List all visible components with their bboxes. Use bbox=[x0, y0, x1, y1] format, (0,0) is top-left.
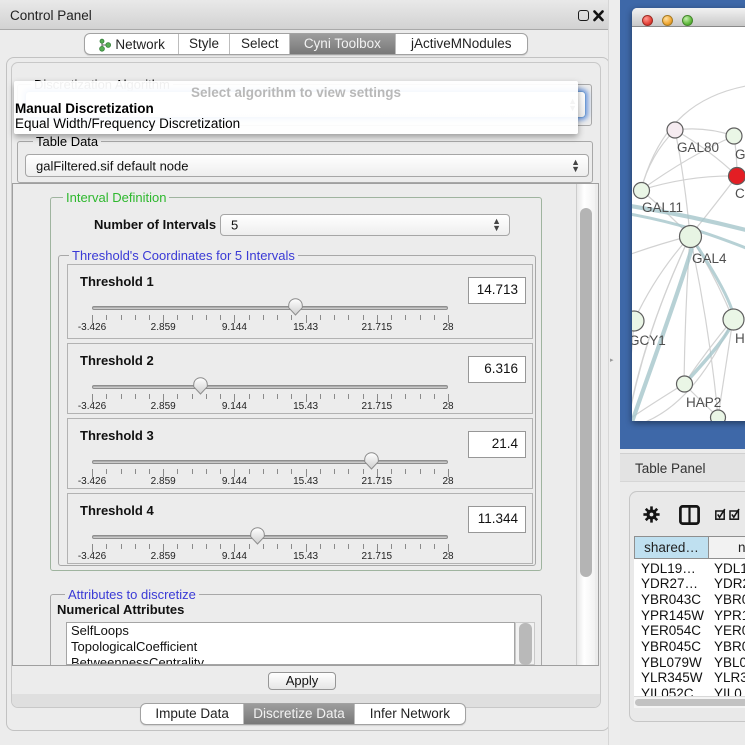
svg-text:GAL11: GAL11 bbox=[642, 200, 683, 215]
svg-text:HAP2: HAP2 bbox=[686, 395, 721, 410]
svg-text:HI: HI bbox=[735, 331, 745, 346]
svg-text:GAL4: GAL4 bbox=[692, 251, 727, 266]
svg-text:GAL80: GAL80 bbox=[677, 140, 719, 155]
svg-text:GA: GA bbox=[735, 147, 745, 162]
svg-text:CD: CD bbox=[735, 186, 745, 201]
svg-text:GCY1: GCY1 bbox=[632, 333, 666, 348]
